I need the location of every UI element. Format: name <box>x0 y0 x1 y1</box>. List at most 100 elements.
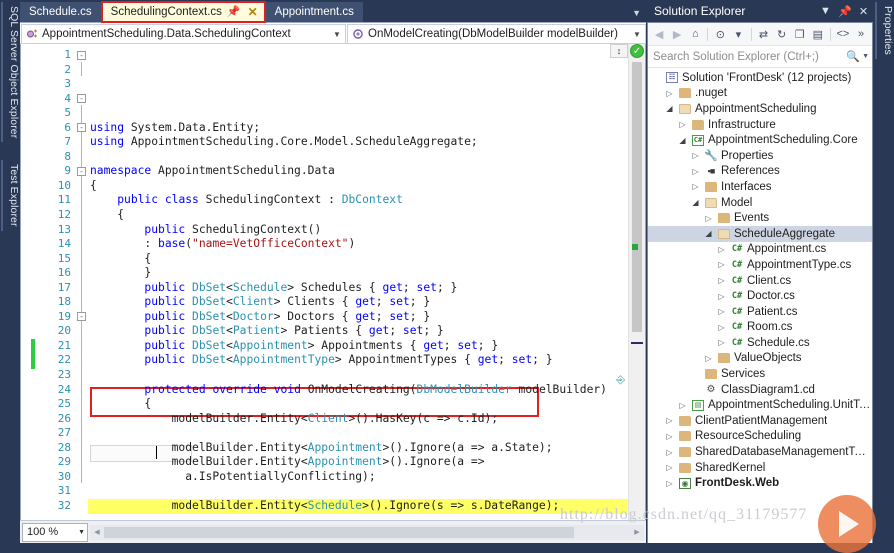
chevron-down-icon[interactable]: ◢ <box>677 136 688 145</box>
outlining-collapse-icon[interactable]: - <box>77 123 86 133</box>
back-icon[interactable]: ◀ <box>651 26 667 43</box>
tree-item[interactable]: ◢ C# AppointmentScheduling.Core <box>648 132 872 148</box>
home-icon[interactable]: ⌂ <box>687 26 703 43</box>
tree-item[interactable]: ◢ ScheduleAggregate <box>648 225 872 242</box>
forward-icon[interactable]: ▶ <box>669 26 685 43</box>
pin-icon[interactable]: 📌 <box>227 2 241 22</box>
tree-item[interactable]: ▷ C# Doctor.cs <box>648 288 872 304</box>
chevron-right-icon[interactable]: ▷ <box>664 416 675 425</box>
scrollbar-thumb[interactable] <box>632 62 642 332</box>
chevron-down-icon[interactable]: ◢ <box>690 198 701 207</box>
chevron-right-icon[interactable]: ▷ <box>703 214 714 223</box>
document-tab-schedule[interactable]: Schedule.cs <box>20 2 101 22</box>
editor-horizontal-scrollbar[interactable]: ◀ ▶ <box>90 524 644 540</box>
chevron-down-icon[interactable]: ▼ <box>862 53 869 60</box>
tree-item[interactable]: ▷ C# Schedule.cs <box>648 335 872 351</box>
chevron-right-icon[interactable]: ▷ <box>690 167 701 176</box>
tree-item[interactable]: ▷ SharedDatabaseManagementTools <box>648 444 872 460</box>
chevron-right-icon[interactable]: ▷ <box>690 182 701 191</box>
vtab-sql-server-object-explorer[interactable]: SQL Server Object Explorer <box>0 2 20 143</box>
vtab-properties[interactable]: Properties <box>874 2 894 59</box>
solution-tree[interactable]: ☷ Solution 'FrontDesk' (12 projects) ▷ .nug… <box>648 68 872 543</box>
code-editor[interactable]: 1 2 3 4 5 6 7 8 9 10 11 12 13 14 15 16 17 18 19 20 21 22 23 24 2… <box>20 44 646 520</box>
tree-item[interactable]: ▷ C# Room.cs <box>648 320 872 336</box>
chevron-down-icon[interactable]: ◢ <box>664 104 675 113</box>
chevron-down-icon[interactable]: ▼ <box>78 529 85 536</box>
chevron-right-icon[interactable]: ▷ <box>677 401 688 410</box>
tree-item[interactable]: ☷ Solution 'FrontDesk' (12 projects) <box>648 70 872 86</box>
outlining-collapse-icon[interactable]: - <box>77 94 86 104</box>
properties-window-icon[interactable]: ▤ <box>810 26 826 43</box>
scope-dropdown-icon[interactable]: ▾ <box>730 26 746 43</box>
hscrollbar-thumb[interactable] <box>104 526 574 538</box>
chevron-right-icon[interactable]: ▷ <box>703 354 714 363</box>
chevron-down-icon[interactable]: ◢ <box>703 229 714 238</box>
chevron-right-icon[interactable]: ▷ <box>664 89 675 98</box>
outlining-collapse-icon[interactable]: - <box>77 166 86 176</box>
search-input[interactable]: Search Solution Explorer (Ctrl+;) <box>653 51 846 63</box>
vtab-test-explorer[interactable]: Test Explorer <box>0 160 20 231</box>
document-tab-schedulingcontext[interactable]: SchedulingContext.cs 📌 ✕ <box>100 1 266 23</box>
scroll-left-arrow-icon[interactable]: ◀ <box>90 528 104 536</box>
outlining-collapse-icon[interactable]: - <box>77 312 86 322</box>
chevron-down-icon[interactable]: ▼ <box>631 30 643 39</box>
tree-item[interactable]: ▷ .nuget <box>648 86 872 102</box>
code-text-area[interactable]: using System.Data.Entity; using Appointme… <box>88 44 628 520</box>
tree-item[interactable]: ⚙ ClassDiagram1.cd <box>648 382 872 398</box>
tree-item[interactable]: ▷ Interfaces <box>648 179 872 195</box>
chevron-down-icon[interactable]: ▼ <box>331 30 343 39</box>
chevron-right-icon[interactable]: ▷ <box>664 432 675 441</box>
close-icon[interactable]: ✕ <box>857 5 870 18</box>
pin-icon[interactable]: 📌 <box>838 5 852 18</box>
chevron-right-icon[interactable]: ▷ <box>716 245 727 254</box>
tree-item[interactable]: ▷ ClientPatientManagement <box>648 413 872 429</box>
tree-item[interactable]: ▷ C# AppointmentType.cs <box>648 257 872 273</box>
sync-with-active-document-icon[interactable]: ⇄ <box>755 26 771 43</box>
type-dropdown[interactable]: AppointmentScheduling.Data.SchedulingCon… <box>21 24 346 44</box>
chevron-right-icon[interactable]: ▷ <box>664 448 675 457</box>
tree-item[interactable]: ▷ ▪■ References <box>648 164 872 180</box>
chevron-right-icon[interactable]: ▷ <box>664 463 675 472</box>
chevron-right-icon[interactable]: ▷ <box>677 120 688 129</box>
split-window-icon[interactable]: ↕ <box>610 44 628 58</box>
chevron-right-icon[interactable]: ▷ <box>716 307 727 316</box>
solution-explorer-search[interactable]: Search Solution Explorer (Ctrl+;) 🔍 ▼ <box>648 46 872 68</box>
document-tab-appointment[interactable]: Appointment.cs <box>265 2 363 22</box>
search-icon[interactable]: 🔍 <box>846 50 860 63</box>
tree-item[interactable]: ▷ Events <box>648 210 872 226</box>
outlining-margin[interactable]: - - - - - <box>76 44 88 520</box>
paste-options-icon[interactable]: ⎆ <box>616 374 625 387</box>
chevron-right-icon[interactable]: ▷ <box>716 292 727 301</box>
scope-to-this-icon[interactable]: ⊙ <box>712 26 728 43</box>
tree-item[interactable]: ▷ C# Patient.cs <box>648 304 872 320</box>
tree-item[interactable]: ▷ 🔧 Properties <box>648 148 872 164</box>
chevron-right-icon[interactable]: ▷ <box>716 323 727 332</box>
collapse-all-icon[interactable]: ❐ <box>792 26 808 43</box>
editor-vertical-scrollbar[interactable]: ▲ <box>628 44 645 520</box>
tree-item[interactable]: ▷ C# Client.cs <box>648 273 872 289</box>
outlining-collapse-icon[interactable]: - <box>77 50 86 60</box>
scroll-right-arrow-icon[interactable]: ▶ <box>630 528 644 536</box>
chevron-right-icon[interactable]: ▷ <box>664 479 675 488</box>
tree-item[interactable]: ▷ Infrastructure <box>648 117 872 133</box>
chevron-right-icon[interactable]: ▷ <box>716 338 727 347</box>
tree-item[interactable]: ▷ C# Appointment.cs <box>648 242 872 258</box>
chevron-down-icon[interactable]: ▼ <box>819 5 832 17</box>
tree-item[interactable]: ▷ ResourceScheduling <box>648 429 872 445</box>
refresh-icon[interactable]: ↻ <box>774 26 790 43</box>
show-all-files-icon[interactable]: <> <box>835 26 851 43</box>
chevron-right-icon[interactable]: ▷ <box>716 260 727 269</box>
close-icon[interactable]: ✕ <box>246 2 260 22</box>
chevron-right-icon[interactable]: ▷ <box>690 151 701 160</box>
zoom-level-dropdown[interactable]: 100 % ▼ <box>22 522 88 542</box>
tree-item[interactable]: ◢ Model <box>648 195 872 211</box>
tree-item[interactable]: ▷ SharedKernel <box>648 460 872 476</box>
ok-check-icon[interactable]: ✓ <box>630 44 644 58</box>
tree-item[interactable]: ▷ ValueObjects <box>648 351 872 367</box>
overflow-icon[interactable]: » <box>853 26 869 43</box>
tree-item[interactable]: ◢ AppointmentScheduling <box>648 101 872 117</box>
tree-item[interactable]: ▷ ◉ FrontDesk.Web <box>648 475 872 491</box>
tree-item[interactable]: Services <box>648 366 872 382</box>
chevron-down-icon[interactable]: ▼ <box>632 8 641 18</box>
chevron-right-icon[interactable]: ▷ <box>716 276 727 285</box>
